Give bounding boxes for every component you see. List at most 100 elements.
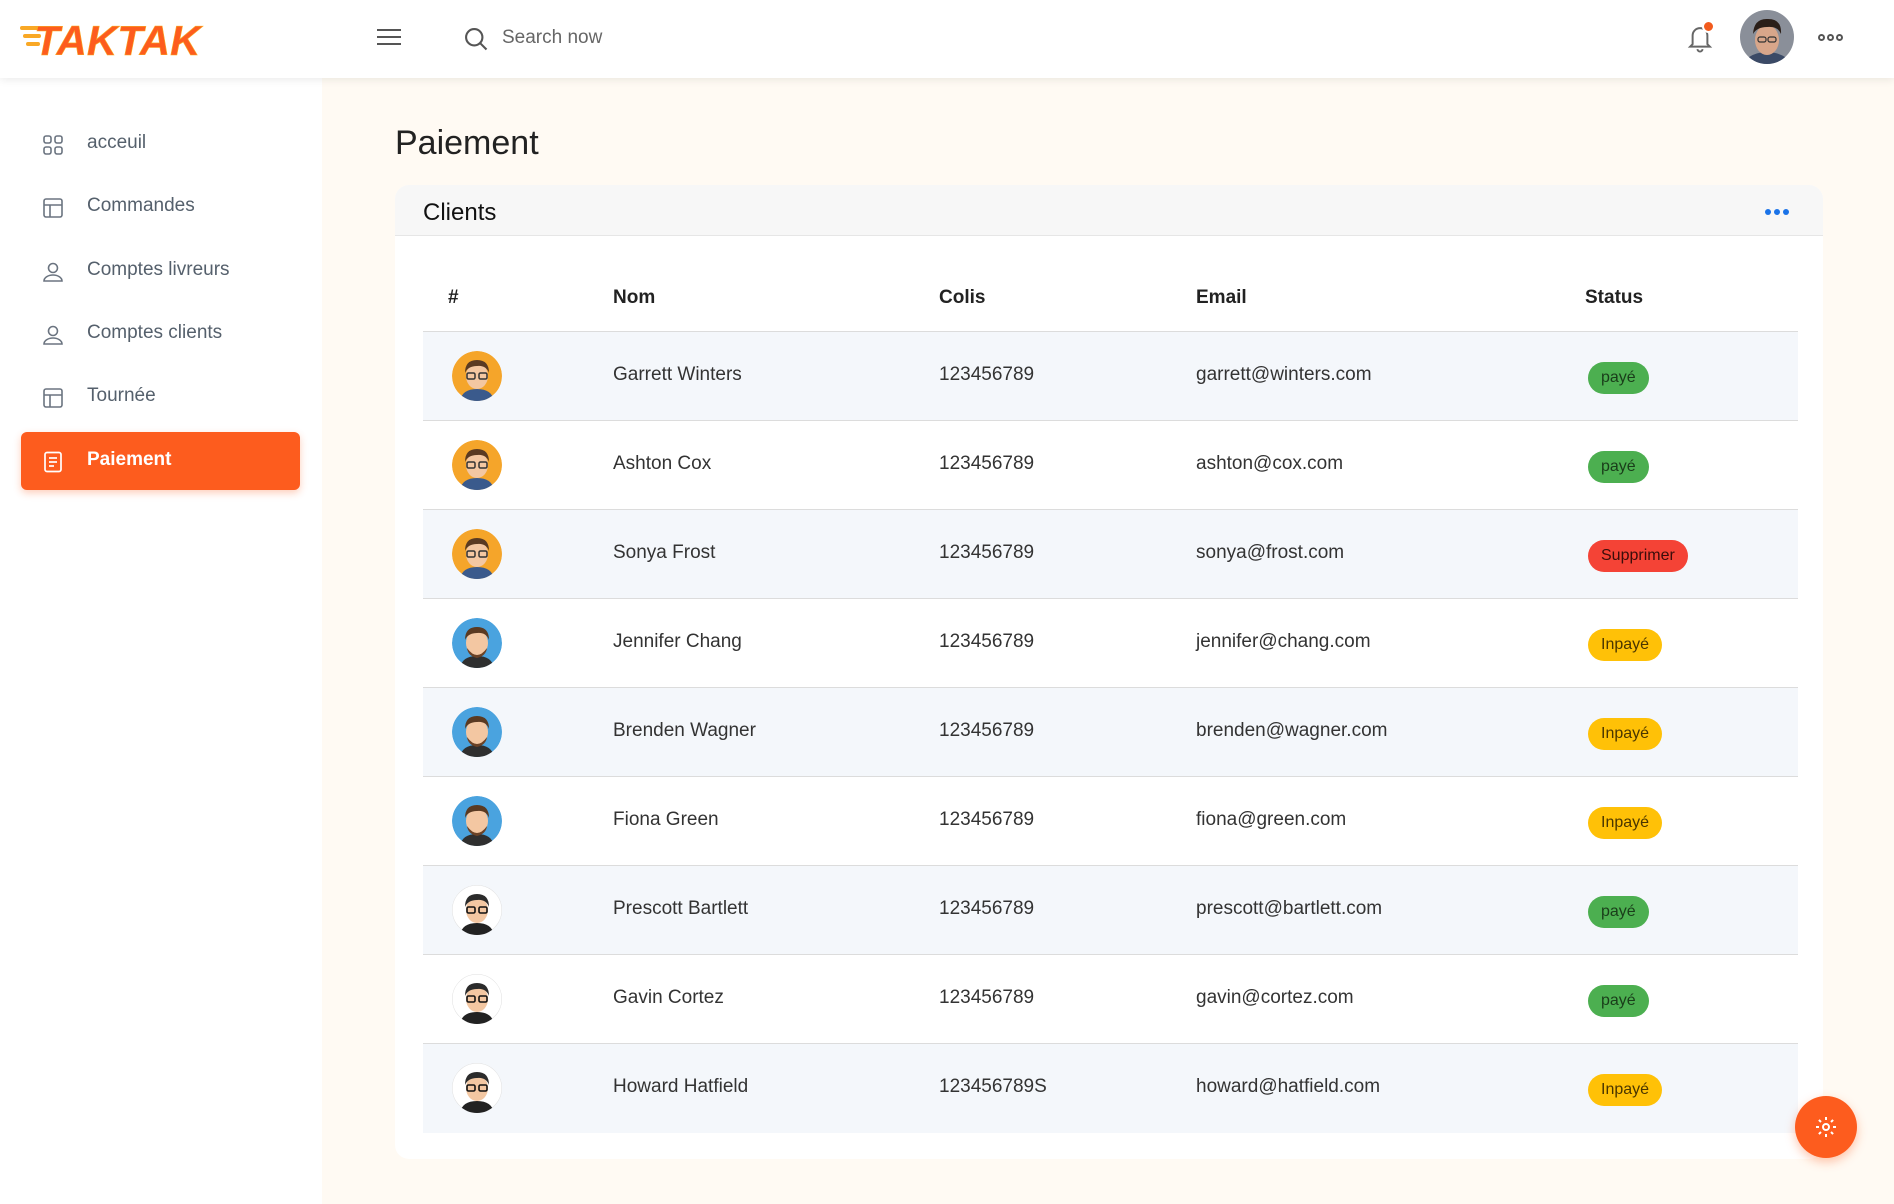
client-email: gavin@cortez.com (1196, 987, 1354, 1008)
client-name: Jennifer Chang (613, 631, 742, 652)
client-name: Sonya Frost (613, 542, 716, 563)
status-badge[interactable]: payé (1588, 451, 1649, 483)
sidebar-item-label: acceuil (87, 132, 147, 153)
client-colis: 123456789 (939, 364, 1035, 385)
card-more-icon[interactable] (1765, 209, 1793, 217)
hamburger-icon (377, 29, 401, 31)
document-icon (44, 451, 62, 473)
sidebar-item-label: Comptes clients (87, 322, 223, 343)
svg-text:TAKTAK: TAKTAK (34, 17, 203, 62)
grid-icon (43, 135, 63, 155)
column-header-email: Email (1196, 287, 1247, 308)
sidebar-item-label: Commandes (87, 195, 195, 216)
client-avatar (452, 1063, 502, 1113)
client-email: brenden@wagner.com (1196, 720, 1388, 741)
status-badge[interactable]: payé (1588, 985, 1649, 1017)
table-row[interactable]: Brenden Wagner 123456789 brenden@wagner.co… (423, 688, 1798, 777)
client-name: Gavin Cortez (613, 987, 724, 1008)
page-title: Paiement (395, 124, 539, 162)
gear-icon (1816, 1117, 1836, 1137)
sidebar-item-comptes-livreurs[interactable]: Comptes livreurs (21, 242, 300, 300)
table-row[interactable]: Ashton Cox 123456789 ashton@cox.com payé (423, 421, 1798, 510)
status-badge[interactable]: Inpayé (1588, 807, 1663, 839)
client-avatar (452, 440, 502, 490)
client-name: Brenden Wagner (613, 720, 756, 741)
status-badge[interactable]: Supprimer (1588, 540, 1688, 572)
column-header-nom: Nom (613, 287, 656, 308)
clients-table: # Nom Colis Email Status Garrett Winters… (423, 245, 1798, 1133)
sidebar-item-paiement[interactable]: Paiement (21, 432, 300, 490)
layout-icon (43, 198, 63, 218)
layout-icon (43, 388, 63, 408)
notification-dot (1702, 20, 1715, 33)
sidebar-item-acceuil[interactable]: acceuil (21, 115, 300, 173)
status-badge[interactable]: Inpayé (1588, 718, 1663, 750)
client-avatar (452, 885, 502, 935)
client-email: prescott@bartlett.com (1196, 898, 1383, 919)
client-email: howard@hatfield.com (1196, 1076, 1381, 1097)
search-icon (465, 28, 488, 51)
sidebar-item-label: Tournée (87, 385, 156, 406)
sidebar-item-commandes[interactable]: Commandes (21, 178, 300, 236)
client-avatar (452, 351, 502, 401)
status-badge[interactable]: Inpayé (1588, 629, 1663, 661)
client-name: Howard Hatfield (613, 1076, 749, 1097)
column-header-index: # (448, 287, 459, 308)
status-badge[interactable]: payé (1588, 362, 1649, 394)
table-row[interactable]: Gavin Cortez 123456789 gavin@cortez.com pay… (423, 955, 1798, 1044)
sidebar-item-tournee[interactable]: Tournée (21, 368, 300, 426)
client-colis: 123456789 (939, 542, 1035, 563)
user-icon (43, 262, 63, 282)
client-avatar (452, 529, 502, 579)
table-row[interactable]: Prescott Bartlett 123456789 prescott@bartl… (423, 866, 1798, 955)
top-header: TAKTAK (0, 0, 1894, 78)
client-colis: 123456789S (939, 1076, 1047, 1097)
client-avatar (452, 796, 502, 846)
client-avatar (452, 618, 502, 668)
table-row[interactable]: Howard Hatfield 123456789S howard@hatfield… (423, 1044, 1798, 1133)
client-colis: 123456789 (939, 809, 1035, 830)
client-colis: 123456789 (939, 898, 1035, 919)
clients-card: Clients # Nom Colis Email Status Garrett… (395, 185, 1823, 1159)
client-colis: 123456789 (939, 720, 1035, 741)
client-colis: 123456789 (939, 987, 1035, 1008)
settings-button[interactable] (1795, 1096, 1857, 1158)
table-row[interactable]: Fiona Green 123456789 fiona@green.com Inpay… (423, 777, 1798, 866)
more-horizontal-icon[interactable] (1818, 28, 1848, 42)
client-name: Garrett Winters (613, 364, 742, 385)
table-header: # Nom Colis Email Status (423, 245, 1798, 332)
card-header: Clients (395, 185, 1823, 236)
status-badge[interactable]: payé (1588, 896, 1649, 928)
table-row[interactable]: Jennifer Chang 123456789 jennifer@chang.co… (423, 599, 1798, 688)
table-row[interactable]: Sonya Frost 123456789 sonya@frost.com Suppr… (423, 510, 1798, 599)
user-avatar[interactable] (1740, 10, 1794, 64)
search-bar (460, 20, 880, 60)
client-name: Fiona Green (613, 809, 719, 830)
sidebar-item-comptes-clients[interactable]: Comptes clients (21, 305, 300, 363)
client-email: fiona@green.com (1196, 809, 1347, 830)
client-name: Ashton Cox (613, 453, 712, 474)
client-avatar (452, 707, 502, 757)
notifications-button[interactable] (1685, 20, 1717, 56)
sidebar-item-label: Paiement (87, 449, 172, 470)
status-badge[interactable]: Inpayé (1588, 1074, 1663, 1106)
table-row[interactable]: Garrett Winters 123456789 garrett@winters.… (423, 332, 1798, 421)
table-body: Garrett Winters 123456789 garrett@winters.… (423, 332, 1798, 1133)
card-title: Clients (423, 199, 497, 226)
column-header-status: Status (1585, 287, 1644, 308)
client-name: Prescott Bartlett (613, 898, 749, 919)
menu-toggle-button[interactable] (374, 24, 404, 54)
client-email: garrett@winters.com (1196, 364, 1372, 385)
client-email: ashton@cox.com (1196, 453, 1344, 474)
search-input[interactable] (502, 20, 862, 56)
user-icon (43, 325, 63, 345)
client-email: jennifer@chang.com (1196, 631, 1371, 652)
sidebar: acceuil Commandes Comptes livreurs Compt… (0, 78, 322, 1204)
taktak-logo[interactable]: TAKTAK (20, 12, 230, 64)
sidebar-item-label: Comptes livreurs (87, 259, 230, 280)
column-header-colis: Colis (939, 287, 986, 308)
client-avatar (452, 974, 502, 1024)
client-colis: 123456789 (939, 631, 1035, 652)
client-colis: 123456789 (939, 453, 1035, 474)
client-email: sonya@frost.com (1196, 542, 1345, 563)
